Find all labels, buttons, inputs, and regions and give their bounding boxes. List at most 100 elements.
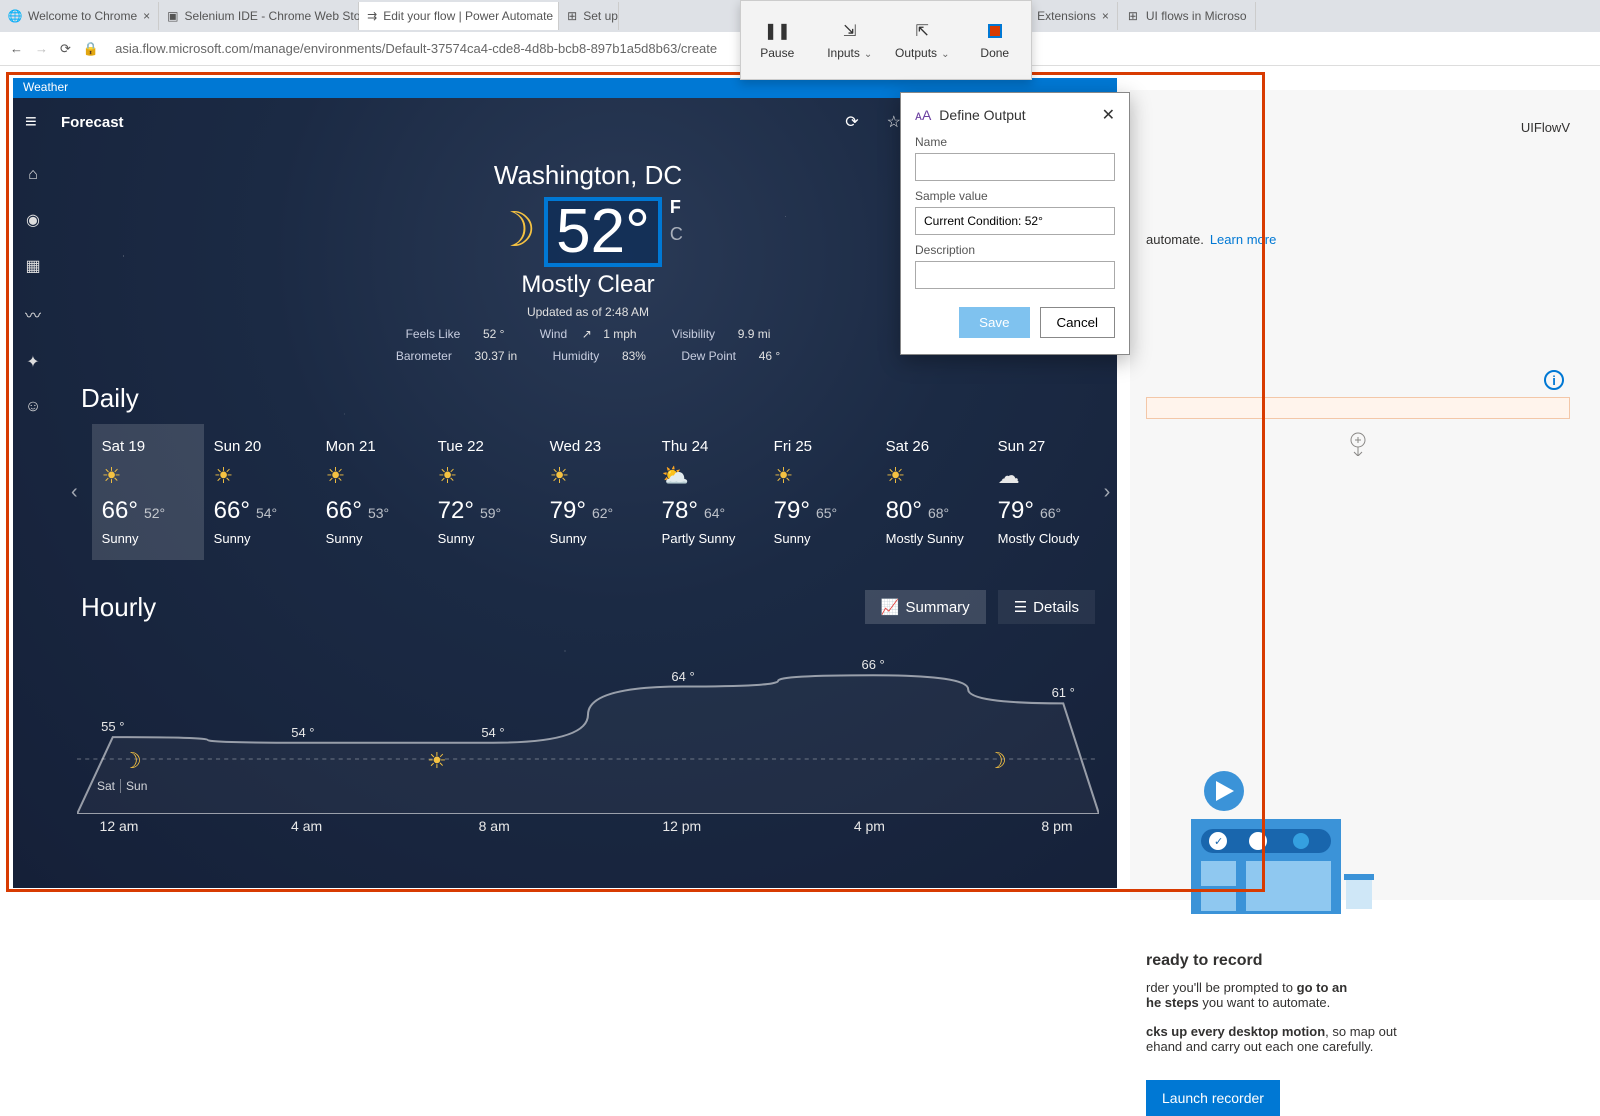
browser-tab[interactable]: ⊞UI flows in Microso (1118, 2, 1256, 30)
current-temp-selected[interactable]: 52° (544, 197, 662, 267)
lock-icon: 🔒 (83, 41, 99, 57)
sample-label: Sample value (915, 189, 1115, 203)
weather-icon: ☀ (438, 463, 530, 489)
daily-card[interactable]: Wed 23 ☀ 79°62° Sunny (540, 424, 652, 560)
day-condition: Sunny (550, 531, 642, 546)
maps-icon[interactable]: ▦ (25, 256, 40, 276)
feedback-icon[interactable]: ☺ (25, 398, 41, 416)
record-text: rder you'll be prompted to go to anhe st… (1146, 980, 1570, 1010)
chart-icon: 📈 (881, 598, 900, 616)
chevron-left-icon[interactable]: ‹ (67, 481, 82, 504)
description-input[interactable] (915, 261, 1115, 289)
add-step-button[interactable] (1146, 419, 1570, 469)
inputs-button[interactable]: ⇲Inputs⌄ (814, 20, 887, 60)
daily-card[interactable]: Sun 20 ☀ 66°54° Sunny (204, 424, 316, 560)
weather-nav-rail: ⌂ ◉ ▦ 〰 ✦ ☺ (13, 146, 53, 416)
high-temp: 79° (550, 497, 586, 524)
day-name: Sat 26 (886, 438, 978, 455)
pause-icon: ❚❚ (764, 20, 791, 42)
hour-tick: 8 am (464, 818, 524, 834)
daily-card[interactable]: Sat 26 ☀ 80°68° Mostly Sunny (876, 424, 988, 560)
low-temp: 62° (592, 505, 613, 521)
globe-icon: 🌐 (8, 9, 22, 23)
daily-card[interactable]: Tue 22 ☀ 72°59° Sunny (428, 424, 540, 560)
weather-icon: ☀ (102, 463, 194, 489)
browser-tab[interactable]: ▣Selenium IDE - Chrome Web Sto× (159, 2, 359, 30)
cancel-button[interactable]: Cancel (1040, 307, 1116, 338)
info-icon[interactable]: i (1544, 370, 1564, 390)
day-name: Fri 25 (774, 438, 866, 455)
pause-button[interactable]: ❚❚Pause (741, 20, 814, 60)
high-temp: 66° (102, 497, 138, 524)
close-icon[interactable]: × (143, 9, 150, 23)
hour-tick: 4 am (277, 818, 337, 834)
learn-more-link[interactable]: Learn more (1210, 232, 1276, 247)
daily-card[interactable]: Mon 21 ☀ 66° 53° Sunny (316, 424, 428, 560)
history-icon[interactable]: 〰 (25, 302, 41, 326)
done-button[interactable]: Done (959, 20, 1032, 60)
daily-card[interactable]: Thu 24 ⛅ 78°64° Partly Sunny (652, 424, 764, 560)
text-fragment: automate. (1146, 232, 1204, 247)
hourly-heading: Hourly (81, 592, 156, 623)
favorite-icon[interactable]: ☆ (887, 112, 901, 132)
reload-icon[interactable]: ⟳ (60, 41, 71, 57)
daily-card[interactable]: Fri 25 ☀ 79°65° Sunny (764, 424, 876, 560)
browser-tab[interactable]: ⊞Set up (559, 2, 619, 30)
day-name: Mon 21 (326, 438, 418, 455)
weather-icon: ⛅ (662, 463, 754, 489)
flow-icon: ⇉ (367, 9, 377, 23)
name-input[interactable] (915, 153, 1115, 181)
home-icon[interactable]: ⌂ (28, 166, 38, 184)
low-temp: 53° (368, 505, 389, 521)
high-temp: 66° (214, 497, 250, 524)
weather-icon: ☀ (886, 463, 978, 489)
hourly-axis: 12 am4 am8 am12 pm4 pm8 pm (89, 818, 1087, 834)
daily-card[interactable]: Sun 27 ☁ 79°66° Mostly Cloudy (988, 424, 1100, 560)
close-icon[interactable]: × (1102, 9, 1109, 23)
daily-card[interactable]: Sat 19 ☀ 66°52° Sunny (92, 424, 204, 560)
output-icon: ᴀA (915, 107, 931, 123)
favorites-icon[interactable]: ✦ (26, 352, 39, 372)
low-temp: 54° (256, 505, 277, 521)
save-button[interactable]: Save (959, 307, 1029, 338)
outputs-icon: ⇱ (916, 20, 929, 42)
summary-tab[interactable]: 📈Summary (865, 590, 986, 624)
day-condition: Sunny (326, 531, 418, 546)
forward-icon[interactable]: → (35, 41, 48, 56)
launch-recorder-button[interactable]: Launch recorder (1146, 1080, 1280, 1116)
description-label: Description (915, 243, 1115, 257)
recorder-illustration: ✓ (1156, 769, 1386, 919)
day-label: Sun (126, 779, 152, 793)
weather-icon: ☁ (998, 463, 1090, 489)
flow-name: UIFlowV (1521, 120, 1570, 135)
browser-tab[interactable]: 🌐Welcome to Chrome× (0, 2, 159, 30)
name-label: Name (915, 135, 1115, 149)
hour-tick: 4 pm (839, 818, 899, 834)
back-icon[interactable]: ← (10, 41, 23, 56)
details-tab[interactable]: ☰Details (998, 590, 1095, 624)
ms-icon: ⊞ (1126, 9, 1140, 23)
high-temp: 66° (326, 497, 362, 524)
chevron-right-icon[interactable]: › (1100, 481, 1115, 504)
unit-toggle[interactable]: FC (670, 197, 683, 245)
hour-tick: 12 pm (652, 818, 712, 834)
ms-icon: ⊞ (567, 9, 577, 23)
stop-icon (988, 24, 1002, 38)
close-icon[interactable]: ✕ (1102, 105, 1115, 125)
hourly-temp-label: 61 ° (1052, 685, 1075, 700)
outputs-button[interactable]: ⇱Outputs⌄ (886, 20, 959, 60)
moon-icon: ☽ (987, 748, 1007, 774)
weather-icon: ☀ (326, 463, 418, 489)
refresh-icon[interactable]: ⟳ (845, 112, 858, 132)
svg-text:✓: ✓ (1214, 836, 1223, 848)
list-icon: ☰ (1014, 598, 1027, 616)
dialog-title: Define Output (939, 107, 1025, 123)
high-temp: 79° (998, 497, 1034, 524)
hourly-temp-label: 55 ° (101, 719, 124, 734)
browser-tab-active[interactable]: ⇉Edit your flow | Power Automate× (359, 2, 559, 30)
day-name: Wed 23 (550, 438, 642, 455)
hamburger-icon[interactable]: ≡ (25, 111, 53, 134)
radar-icon[interactable]: ◉ (26, 210, 40, 230)
hourly-temp-label: 54 ° (481, 725, 504, 740)
sample-input[interactable] (915, 207, 1115, 235)
